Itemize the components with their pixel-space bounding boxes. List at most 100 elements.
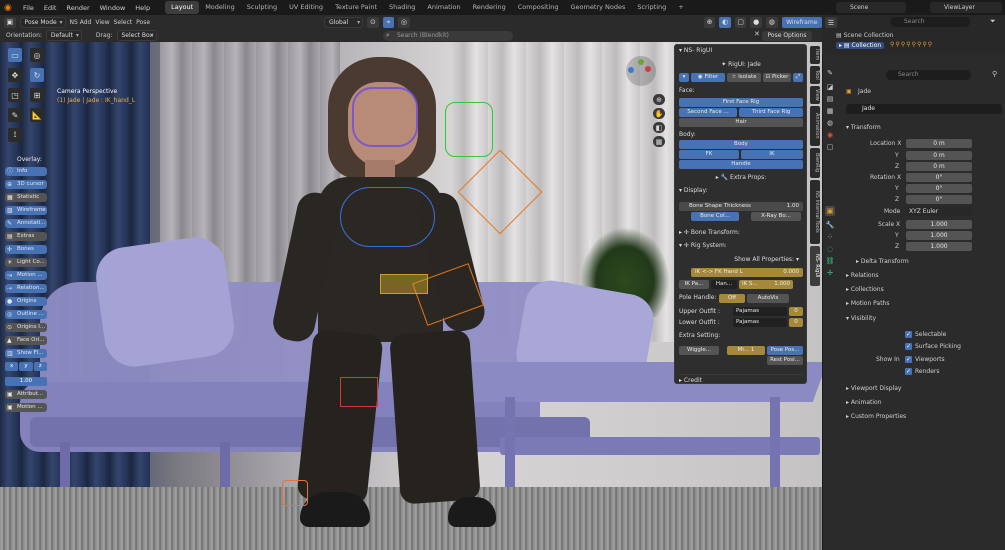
pose-options-button[interactable]: Pose Options bbox=[762, 31, 812, 41]
add-workspace-button[interactable]: + bbox=[672, 1, 689, 14]
orientation-dropdown[interactable]: Default bbox=[45, 30, 82, 41]
pan-hand-icon[interactable]: ✋ bbox=[653, 108, 665, 119]
overlay-toggle-item[interactable]: ↝ Motion ... bbox=[5, 271, 47, 280]
extra-props-toggle[interactable]: ▸ 🔧 Extra Props: bbox=[679, 173, 803, 183]
animation-section[interactable]: ▸ Animation bbox=[846, 399, 882, 406]
ik-pa-button[interactable]: IK Pa... bbox=[679, 280, 709, 289]
wireframe-shading-button[interactable]: Wireframe bbox=[781, 16, 822, 28]
overlay-toggle-item[interactable]: ◎ Outline ... bbox=[5, 310, 47, 319]
ik-button[interactable]: IK bbox=[741, 150, 803, 159]
pole-handle-off-button[interactable]: Off bbox=[719, 294, 745, 303]
menu-help[interactable]: Help bbox=[130, 4, 155, 12]
tab-layout[interactable]: Layout bbox=[165, 1, 200, 14]
overlay-toggle-icon[interactable]: ◐ bbox=[719, 16, 731, 28]
overlay-toggle-item[interactable]: ⊙ Origins I... bbox=[5, 323, 47, 332]
axis-y-toggle[interactable]: y bbox=[19, 362, 33, 371]
rig-head-control[interactable] bbox=[445, 102, 493, 157]
tab-uv-editing[interactable]: UV Editing bbox=[283, 1, 329, 14]
fk-button[interactable]: FK bbox=[679, 150, 739, 159]
particles-props-icon[interactable]: ⁘ bbox=[825, 232, 835, 242]
modifier-props-icon[interactable]: 🔧 bbox=[825, 220, 835, 230]
first-face-rig-button[interactable]: First Face Rig bbox=[679, 98, 803, 107]
xray-icon[interactable]: ▢ bbox=[734, 16, 747, 28]
snap-icon[interactable]: ⌖ bbox=[382, 16, 395, 28]
rig-foot-control[interactable] bbox=[282, 480, 308, 506]
tab-scripting[interactable]: Scripting bbox=[631, 1, 672, 14]
rotation-x-field[interactable]: 0° bbox=[906, 173, 972, 182]
expand-icon[interactable]: ⤢ bbox=[793, 73, 803, 82]
location-x-field[interactable]: 0 m bbox=[906, 139, 972, 148]
bone-size-tool-icon[interactable]: ⟟ bbox=[8, 128, 22, 142]
scene-props-icon[interactable]: ◍ bbox=[825, 118, 835, 128]
tab-modeling[interactable]: Modeling bbox=[199, 1, 241, 14]
overlay-attribute-toggle[interactable]: ▣ Attribut... bbox=[5, 390, 47, 399]
editor-type-icon[interactable]: ▣ bbox=[4, 16, 16, 28]
upper-outfit-index[interactable]: 0 bbox=[789, 307, 803, 316]
blender-logo-icon[interactable]: ◉ bbox=[4, 3, 14, 13]
rig-chest-widget[interactable] bbox=[340, 187, 435, 247]
bone-color-button[interactable]: Bone Col... bbox=[691, 212, 739, 221]
overlay-toggle-item[interactable]: ⇢ Relation... bbox=[5, 284, 47, 293]
mode-dropdown[interactable]: Pose Mode bbox=[19, 16, 66, 28]
menu-window[interactable]: Window bbox=[95, 4, 131, 12]
move-tool-icon[interactable]: ✥ bbox=[8, 68, 22, 82]
select-box-tool-icon[interactable]: ▭ bbox=[8, 48, 22, 62]
display-label[interactable]: ▾ Display: bbox=[679, 186, 803, 196]
tab-shading[interactable]: Shading bbox=[383, 1, 421, 14]
overlay-toggle-item[interactable]: ▥ Show Fl... bbox=[5, 349, 47, 358]
upper-outfit-dropdown[interactable]: Pajamas bbox=[733, 307, 787, 316]
handle-button[interactable]: Handle bbox=[679, 160, 803, 169]
location-z-field[interactable]: 0 m bbox=[906, 162, 972, 171]
rotate-tool-icon[interactable]: ↻ bbox=[30, 68, 44, 82]
overlay-toggle-item[interactable]: ✢ Bones bbox=[5, 245, 47, 254]
pin-icon[interactable]: ⚲ bbox=[992, 70, 997, 78]
sidebar-tab-ns-internal-tools[interactable]: NS Internal Tools bbox=[810, 180, 820, 244]
overlay-toggle-item[interactable]: ▦ Statistic bbox=[5, 193, 47, 202]
proportional-edit-icon[interactable]: ◎ bbox=[398, 16, 410, 28]
collections-section[interactable]: ▸ Collections bbox=[846, 286, 884, 293]
scale-y-field[interactable]: 1.000 bbox=[906, 231, 972, 240]
scale-x-field[interactable]: 1.000 bbox=[906, 220, 972, 229]
data-props-icon[interactable]: ✢ bbox=[825, 268, 835, 278]
renders-checkbox[interactable]: ✓ Renders bbox=[905, 368, 940, 375]
hair-button[interactable]: Hair bbox=[679, 118, 803, 127]
mi-field[interactable]: Mi... 1 bbox=[727, 346, 765, 355]
relations-section[interactable]: ▸ Relations bbox=[846, 272, 878, 279]
hand-dropdown[interactable]: Han... bbox=[711, 280, 737, 289]
output-props-icon[interactable]: ▤ bbox=[825, 94, 835, 104]
camera-view-icon[interactable]: ◧ bbox=[653, 122, 665, 133]
pivot-icon[interactable]: ⊙ bbox=[367, 16, 379, 28]
body-button[interactable]: Body bbox=[679, 140, 803, 149]
data-name-field[interactable]: Jade bbox=[846, 104, 1002, 114]
zoom-icon[interactable]: ⊕ bbox=[653, 94, 665, 105]
menu-file[interactable]: File bbox=[18, 4, 39, 12]
scale-tool-icon[interactable]: ◳ bbox=[8, 88, 22, 102]
transform-section-header[interactable]: ▾ Transform bbox=[846, 124, 881, 131]
overlay-toggle-item[interactable]: ▤ Extras bbox=[5, 232, 47, 241]
tab-sculpting[interactable]: Sculpting bbox=[241, 1, 283, 14]
rig-system-toggle[interactable]: ▾ ✢ Rig System: bbox=[679, 241, 803, 251]
viewports-checkbox[interactable]: ✓ Viewports bbox=[905, 356, 945, 363]
tab-compositing[interactable]: Compositing bbox=[512, 1, 565, 14]
constraints-props-icon[interactable]: ⛓ bbox=[825, 256, 835, 266]
menu-render[interactable]: Render bbox=[61, 4, 94, 12]
filter-icon[interactable]: ⏷ bbox=[990, 17, 996, 26]
menu-view[interactable]: View bbox=[95, 19, 109, 26]
gizmo-x-icon[interactable] bbox=[645, 66, 651, 72]
lower-outfit-dropdown[interactable]: Pajamas bbox=[733, 318, 787, 327]
properties-search-input[interactable]: Search bbox=[886, 70, 971, 80]
viewport-display-section[interactable]: ▸ Viewport Display bbox=[846, 385, 901, 392]
sidebar-tab-animation[interactable]: Animation bbox=[810, 106, 820, 146]
blendkit-search-input[interactable]: Search (Blendkit) bbox=[383, 31, 513, 41]
rest-position-button[interactable]: Rest Posi... bbox=[767, 356, 803, 365]
sidebar-tab-blenrig[interactable]: BlenRig bbox=[810, 148, 820, 178]
viewport-gizmo-icon[interactable]: ⊕ bbox=[703, 16, 716, 28]
overlay-scale-field[interactable]: 1.00 bbox=[5, 377, 47, 386]
ns-add-menu[interactable]: NS Add bbox=[70, 19, 92, 26]
filter-button[interactable]: ◉ Filter bbox=[691, 73, 725, 82]
location-y-field[interactable]: 0 m bbox=[906, 151, 972, 160]
menu-select[interactable]: Select bbox=[114, 19, 133, 26]
object-props-icon[interactable]: ▣ bbox=[825, 206, 835, 216]
overlay-toggle-item[interactable]: ● Origins bbox=[5, 297, 47, 306]
selectable-checkbox[interactable]: ✓ Selectable bbox=[905, 331, 946, 338]
